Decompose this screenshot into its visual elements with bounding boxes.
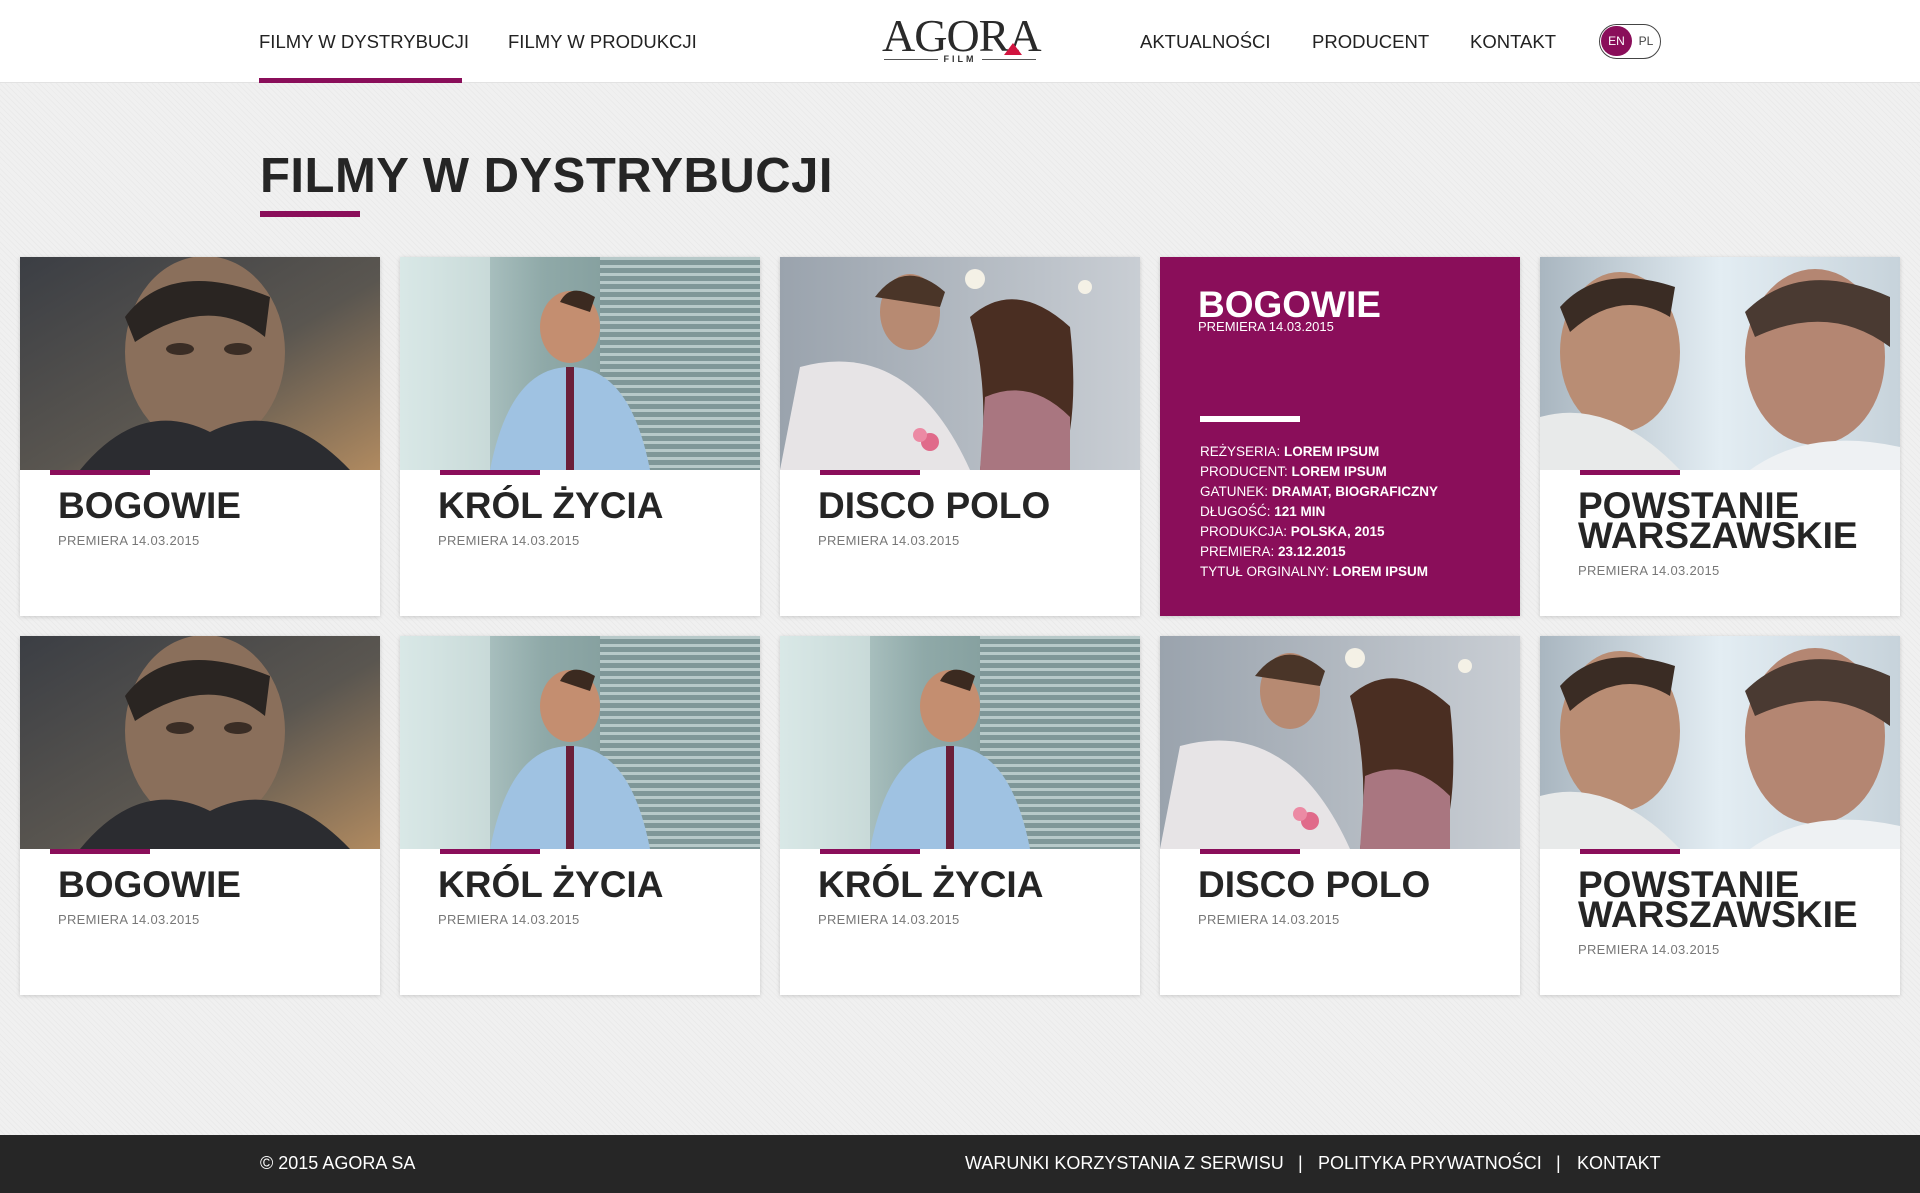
film-card-accent xyxy=(440,849,540,854)
film-card[interactable]: BOGOWIE PREMIERA 14.03.2015 xyxy=(20,636,380,995)
film-card-premiere: PREMIERA 14.03.2015 xyxy=(58,912,200,927)
film-detail-row: PREMIERA: 23.12.2015 xyxy=(1200,542,1510,562)
film-detail-label: PREMIERA: xyxy=(1200,544,1275,559)
footer-link-terms[interactable]: WARUNKI KORZYSTANIA Z SERWISU xyxy=(965,1153,1284,1174)
film-poster-image xyxy=(400,257,760,470)
language-toggle[interactable]: EN PL xyxy=(1599,24,1661,59)
film-card[interactable]: DISCO POLO PREMIERA 14.03.2015 xyxy=(780,257,1140,616)
film-card-premiere: PREMIERA 14.03.2015 xyxy=(1198,319,1334,334)
film-detail-value: POLSKA, 2015 xyxy=(1290,524,1385,539)
film-card-accent xyxy=(1580,849,1680,854)
nav-producent[interactable]: PRODUCENT xyxy=(1312,31,1429,53)
page-title: FILMY W DYSTRYBUCJI xyxy=(260,149,834,203)
logo-subtitle: FILM xyxy=(943,54,977,64)
film-card-title: KRÓL ŻYCIA xyxy=(438,485,664,526)
nav-filmy-w-dystrybucji[interactable]: FILMY W DYSTRYBUCJI xyxy=(259,31,469,53)
film-detail-row: REŻYSERIA: LOREM IPSUM xyxy=(1200,442,1510,462)
nav-aktualnosci[interactable]: AKTUALNOŚCI xyxy=(1140,31,1271,53)
film-poster-image xyxy=(1540,257,1900,470)
film-card[interactable]: POWSTANIE WARSZAWSKIE PREMIERA 14.03.2015 xyxy=(1540,636,1900,995)
film-card-accent xyxy=(1200,849,1300,854)
film-detail-row: GATUNEK: DRAMAT, BIOGRAFICZNY xyxy=(1200,482,1510,502)
film-card[interactable]: POWSTANIE WARSZAWSKIE PREMIERA 14.03.2015 xyxy=(1540,257,1900,616)
film-detail-row: DŁUGOŚĆ: 121 MIN xyxy=(1200,502,1510,522)
nav-kontakt[interactable]: KONTAKT xyxy=(1470,31,1556,53)
film-card-accent xyxy=(50,470,150,475)
lang-en-option[interactable]: EN xyxy=(1601,26,1632,56)
film-details: REŻYSERIA: LOREM IPSUM PRODUCENT: LOREM I… xyxy=(1200,442,1510,582)
film-card-title: BOGOWIE xyxy=(58,485,241,526)
film-detail-label: DŁUGOŚĆ: xyxy=(1200,504,1271,519)
film-poster-image xyxy=(400,636,760,849)
film-card-accent xyxy=(820,849,920,854)
film-card-accent xyxy=(440,470,540,475)
film-card-premiere: PREMIERA 14.03.2015 xyxy=(58,533,200,548)
film-card-accent xyxy=(820,470,920,475)
film-card-premiere: PREMIERA 14.03.2015 xyxy=(438,533,580,548)
film-card[interactable]: DISCO POLO PREMIERA 14.03.2015 xyxy=(1160,636,1520,995)
film-poster-image xyxy=(20,257,380,470)
film-poster-image xyxy=(20,636,380,849)
footer-link-kontakt[interactable]: KONTAKT xyxy=(1577,1153,1661,1174)
film-card-title: POWSTANIE WARSZAWSKIE xyxy=(1578,864,1858,935)
footer-copyright: © 2015 AGORA SA xyxy=(260,1153,416,1173)
film-detail-row: TYTUŁ ORGINALNY: LOREM IPSUM xyxy=(1200,562,1510,582)
film-card-title: DISCO POLO xyxy=(818,485,1051,526)
film-card-expanded[interactable]: BOGOWIE PREMIERA 14.03.2015 REŻYSERIA: LOR… xyxy=(1160,257,1520,616)
film-poster-image xyxy=(780,636,1140,849)
film-card-divider xyxy=(1200,416,1300,422)
agora-film-logo[interactable]: AGORA FILM xyxy=(882,13,1042,66)
footer-link-privacy[interactable]: POLITYKA PRYWATNOŚCI xyxy=(1318,1153,1542,1174)
film-detail-label: PRODUCENT: xyxy=(1200,464,1288,479)
site-header: FILMY W DYSTRYBUCJI FILMY W PRODUKCJI AG… xyxy=(0,0,1920,83)
film-detail-label: TYTUŁ ORGINALNY: xyxy=(1200,564,1330,579)
film-card-title: KRÓL ŻYCIA xyxy=(818,864,1044,905)
film-poster-image xyxy=(780,257,1140,470)
film-card[interactable]: KRÓL ŻYCIA PREMIERA 14.03.2015 xyxy=(400,636,760,995)
film-detail-value: 121 MIN xyxy=(1274,504,1326,519)
film-card[interactable]: KRÓL ŻYCIA PREMIERA 14.03.2015 xyxy=(400,257,760,616)
footer-separator: | xyxy=(1556,1153,1561,1173)
film-card-premiere: PREMIERA 14.03.2015 xyxy=(818,912,960,927)
page-title-underline xyxy=(260,211,360,217)
film-card-title: DISCO POLO xyxy=(1198,864,1431,905)
film-card-title: POWSTANIE WARSZAWSKIE xyxy=(1578,485,1858,556)
film-card-accent xyxy=(50,849,150,854)
film-detail-value: LOREM IPSUM xyxy=(1284,444,1380,459)
footer-separator: | xyxy=(1298,1153,1303,1173)
film-card-premiere: PREMIERA 14.03.2015 xyxy=(1578,563,1720,578)
film-card-premiere: PREMIERA 14.03.2015 xyxy=(1578,942,1720,957)
film-detail-value: LOREM IPSUM xyxy=(1332,564,1429,579)
film-card-premiere: PREMIERA 14.03.2015 xyxy=(1198,912,1340,927)
film-detail-value: LOREM IPSUM xyxy=(1291,464,1387,479)
film-card-title: KRÓL ŻYCIA xyxy=(438,864,664,905)
nav-active-underline xyxy=(259,78,462,83)
film-card[interactable]: BOGOWIE PREMIERA 14.03.2015 xyxy=(20,257,380,616)
film-detail-row: PRODUKCJA: POLSKA, 2015 xyxy=(1200,522,1510,542)
film-card-title: BOGOWIE xyxy=(58,864,241,905)
site-footer: © 2015 AGORA SA WARUNKI KORZYSTANIA Z SE… xyxy=(0,1135,1920,1193)
film-card-premiere: PREMIERA 14.03.2015 xyxy=(438,912,580,927)
nav-filmy-w-produkcji[interactable]: FILMY W PRODUKCJI xyxy=(508,31,697,53)
film-poster-image xyxy=(1160,636,1520,849)
film-detail-label: REŻYSERIA: xyxy=(1200,444,1281,459)
film-detail-row: PRODUCENT: LOREM IPSUM xyxy=(1200,462,1510,482)
film-card[interactable]: KRÓL ŻYCIA PREMIERA 14.03.2015 xyxy=(780,636,1140,995)
lang-pl-option[interactable]: PL xyxy=(1634,26,1658,56)
film-card-premiere: PREMIERA 14.03.2015 xyxy=(818,533,960,548)
film-detail-label: GATUNEK: xyxy=(1200,484,1269,499)
film-card-accent xyxy=(1580,470,1680,475)
film-poster-image xyxy=(1540,636,1900,849)
film-detail-value: 23.12.2015 xyxy=(1278,544,1346,559)
film-detail-label: PRODUKCJA: xyxy=(1200,524,1288,539)
film-detail-value: DRAMAT, BIOGRAFICZNY xyxy=(1271,484,1439,499)
